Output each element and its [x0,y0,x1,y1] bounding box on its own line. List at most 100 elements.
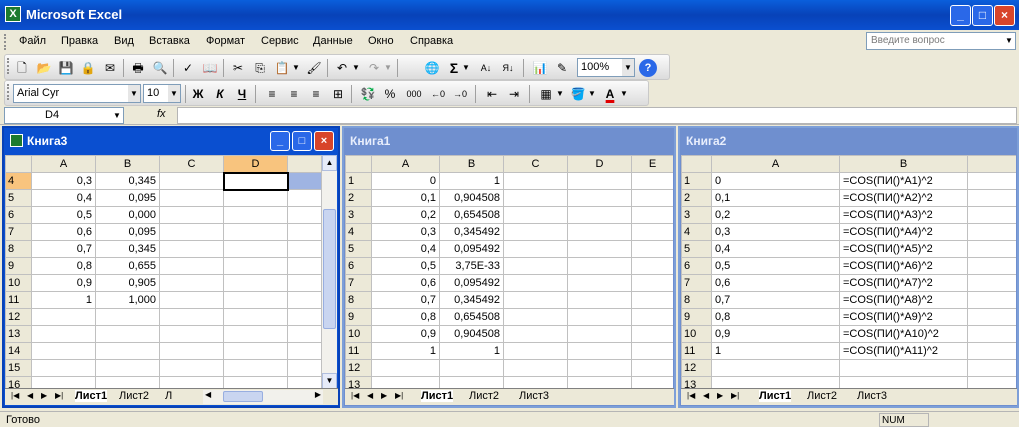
cell[interactable] [287,172,323,190]
menu-insert[interactable]: Вставка [149,35,190,47]
cell[interactable] [223,223,288,241]
cell[interactable] [631,274,673,292]
cell[interactable]: 0,000 [95,206,160,224]
cell[interactable]: 0,7 [711,291,840,309]
column-header[interactable]: C [159,155,224,173]
vertical-scrollbar[interactable]: ▲ ▼ [321,155,337,389]
cut-icon[interactable]: ✂ [229,59,247,77]
cell[interactable]: =COS(ПИ()*A4)^2 [839,223,968,241]
copy-icon[interactable]: ⎘ [251,59,269,77]
menu-data[interactable]: Данные [313,35,353,47]
cell[interactable] [287,342,323,360]
menu-grip[interactable] [4,34,7,50]
permission-icon[interactable]: 🔒 [79,59,97,77]
align-center-icon[interactable]: ≡ [285,85,303,103]
cell[interactable] [95,308,160,326]
row-header[interactable]: 6 [5,206,32,224]
row-header[interactable]: 1 [345,172,372,190]
corner-cell[interactable] [5,155,32,173]
cell[interactable] [567,274,632,292]
name-box[interactable]: D4 ▼ [4,107,124,124]
cell[interactable] [503,172,568,190]
cell[interactable] [287,257,323,275]
minimize-icon[interactable]: _ [270,131,290,151]
cell[interactable] [503,257,568,275]
cell[interactable]: 0,3 [31,172,96,190]
first-sheet-icon[interactable]: |◀ [11,391,19,400]
cell[interactable] [967,206,1016,224]
email-icon[interactable]: ✉ [101,59,119,77]
cell[interactable]: 0,9 [711,325,840,343]
row-header[interactable]: 8 [681,291,712,309]
cell[interactable] [287,189,323,207]
cell[interactable] [159,291,224,309]
help-icon[interactable]: ? [639,59,657,77]
row-header[interactable]: 9 [5,257,32,275]
undo-icon[interactable]: ↶ [333,59,351,77]
cell[interactable] [159,206,224,224]
column-header[interactable]: D [223,155,288,173]
row-header[interactable]: 2 [345,189,372,207]
cell[interactable]: 0,655 [95,257,160,275]
font-color-icon[interactable]: A [601,85,619,103]
cell[interactable] [95,325,160,343]
cell[interactable] [567,206,632,224]
column-header[interactable]: A [31,155,96,173]
row-header[interactable]: 7 [345,274,372,292]
cell[interactable]: 0,345492 [439,291,504,309]
column-header[interactable]: B [95,155,160,173]
cell[interactable]: 0,905 [95,274,160,292]
decrease-indent-icon[interactable]: ⇤ [483,85,501,103]
menu-window[interactable]: Окно [368,35,394,47]
cell[interactable] [567,223,632,241]
cell[interactable]: =COS(ПИ()*A1)^2 [839,172,968,190]
row-header[interactable]: 5 [5,189,32,207]
cell[interactable]: =COS(ПИ()*A10)^2 [839,325,968,343]
first-sheet-icon[interactable]: |◀ [687,391,695,400]
cell[interactable] [31,308,96,326]
cell[interactable]: =COS(ПИ()*A5)^2 [839,240,968,258]
row-header[interactable]: 5 [345,240,372,258]
cell[interactable] [967,223,1016,241]
cell[interactable] [503,308,568,326]
cell[interactable] [567,189,632,207]
cell[interactable]: 0,5 [371,257,440,275]
cell[interactable]: 0,654508 [439,206,504,224]
active-cell[interactable] [222,171,289,191]
chevron-down-icon[interactable]: ▼ [111,108,123,123]
cell[interactable] [967,172,1016,190]
cell[interactable] [967,274,1016,292]
cell[interactable]: 1 [711,342,840,360]
cell[interactable] [223,342,288,360]
cell[interactable] [967,359,1016,377]
scroll-down-icon[interactable]: ▼ [322,373,337,389]
cell[interactable] [95,342,160,360]
cell[interactable] [631,359,673,377]
cell[interactable] [967,308,1016,326]
chevron-down-icon[interactable]: ▼ [128,85,140,102]
cell[interactable]: 0,5 [711,257,840,275]
cell[interactable] [159,223,224,241]
cell[interactable]: 0,9 [31,274,96,292]
cell[interactable]: =COS(ПИ()*A6)^2 [839,257,968,275]
cell[interactable]: 0,7 [371,291,440,309]
percent-button[interactable]: % [381,85,399,103]
column-header[interactable]: A [711,155,840,173]
cell[interactable] [503,240,568,258]
sheet-tab-1[interactable]: Лист1 [75,390,108,402]
cell[interactable] [967,342,1016,360]
maximize-icon[interactable]: □ [292,131,312,151]
cell[interactable] [287,359,323,377]
chevron-down-icon[interactable]: ▼ [461,59,471,77]
row-header[interactable]: 14 [5,342,32,360]
cell[interactable] [223,291,288,309]
row-header[interactable]: 2 [681,189,712,207]
row-header[interactable]: 5 [681,240,712,258]
cell[interactable] [567,325,632,343]
cell[interactable]: 0,345492 [439,223,504,241]
chevron-down-icon[interactable]: ▼ [555,85,565,103]
cell[interactable]: 0,8 [371,308,440,326]
chart-wizard-icon[interactable]: 📊 [531,59,549,77]
maximize-icon[interactable]: □ [972,5,993,26]
sheet-tab-3[interactable]: Л [165,390,172,402]
